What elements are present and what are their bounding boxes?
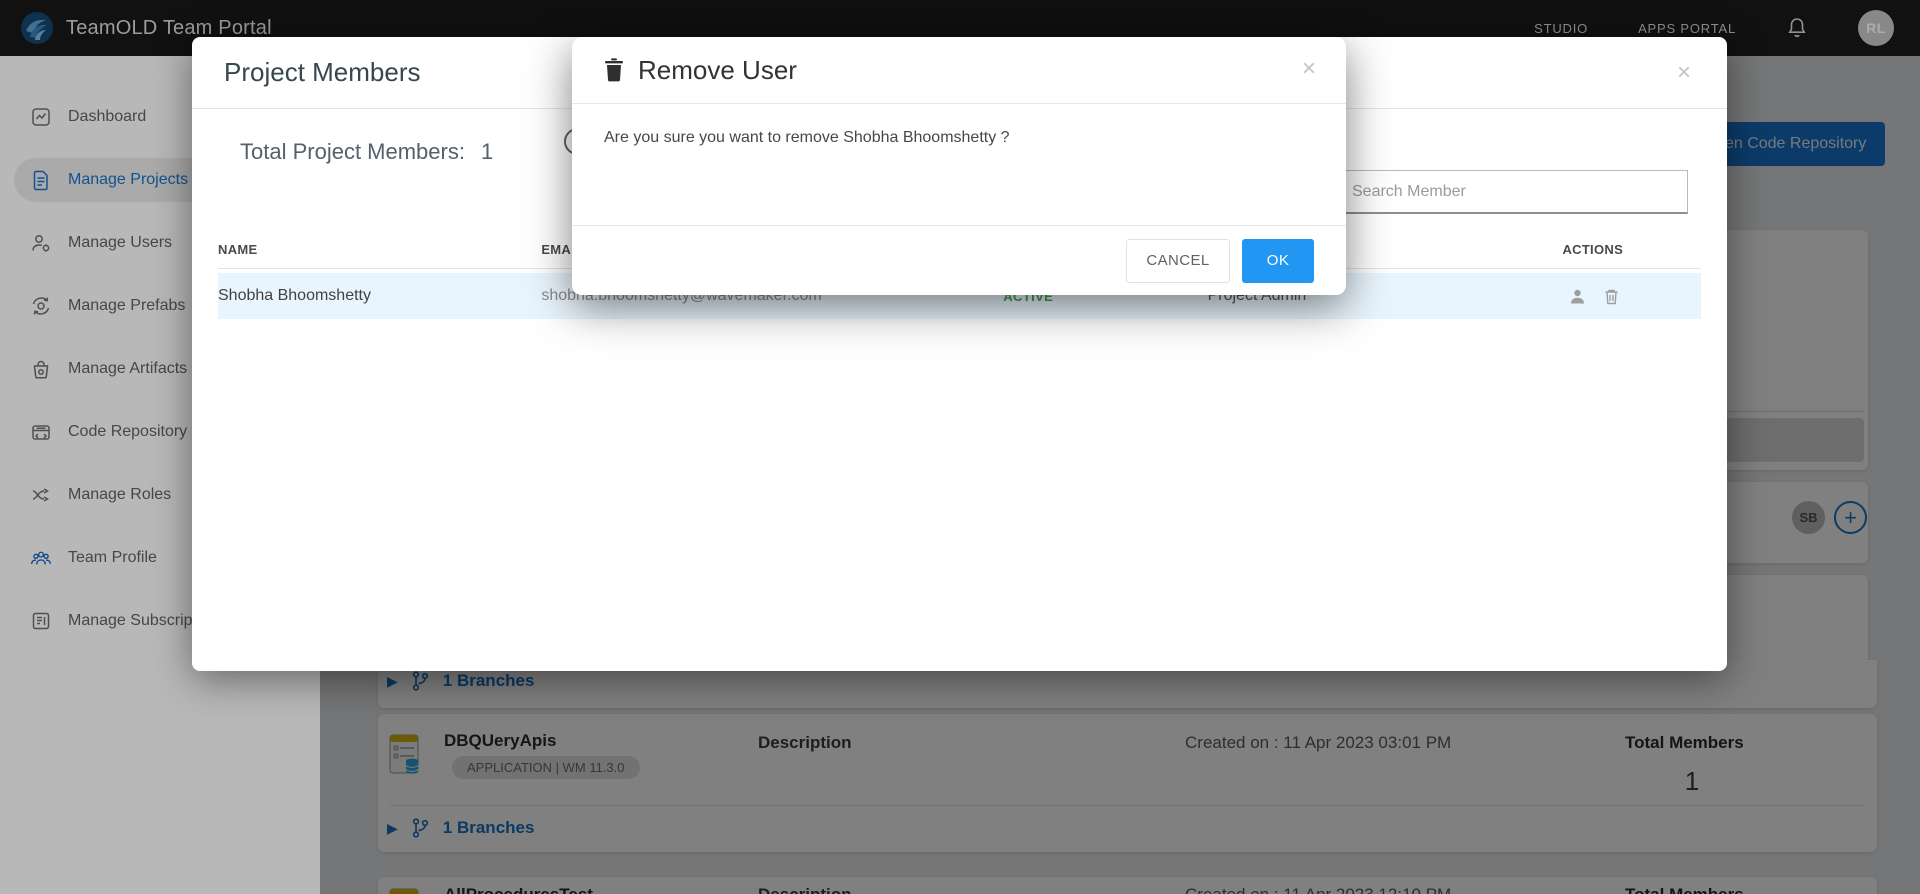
remove-user-footer: CANCEL OK bbox=[572, 225, 1346, 295]
app-root: TeamOLD Team Portal STUDIO APPS PORTAL R… bbox=[0, 0, 1920, 894]
remove-member-trash-icon[interactable] bbox=[1602, 287, 1621, 306]
remove-user-header: Remove User × bbox=[572, 37, 1346, 104]
name-column-header: NAME bbox=[218, 242, 541, 257]
remove-user-modal: Remove User × Are you sure you want to r… bbox=[572, 37, 1346, 295]
cancel-button[interactable]: CANCEL bbox=[1126, 239, 1230, 283]
close-icon[interactable]: × bbox=[1677, 61, 1691, 85]
ok-button[interactable]: OK bbox=[1242, 239, 1314, 283]
project-members-title: Project Members bbox=[224, 57, 421, 88]
total-project-members: Total Project Members: 1 bbox=[240, 139, 493, 165]
remove-user-title: Remove User bbox=[638, 55, 797, 86]
trash-icon bbox=[604, 57, 624, 82]
total-members-count: 1 bbox=[481, 139, 493, 165]
total-members-label: Total Project Members: bbox=[240, 139, 465, 165]
member-name: Shobha Bhoomshetty bbox=[218, 287, 541, 305]
confirmation-message: Are you sure you want to remove Shobha B… bbox=[604, 129, 1010, 147]
search-member-input[interactable] bbox=[1338, 170, 1688, 214]
actions-column-header: ACTIONS bbox=[1562, 242, 1701, 257]
member-profile-icon[interactable] bbox=[1568, 287, 1587, 306]
close-icon[interactable]: × bbox=[1302, 57, 1316, 81]
member-row-actions bbox=[1562, 287, 1701, 306]
